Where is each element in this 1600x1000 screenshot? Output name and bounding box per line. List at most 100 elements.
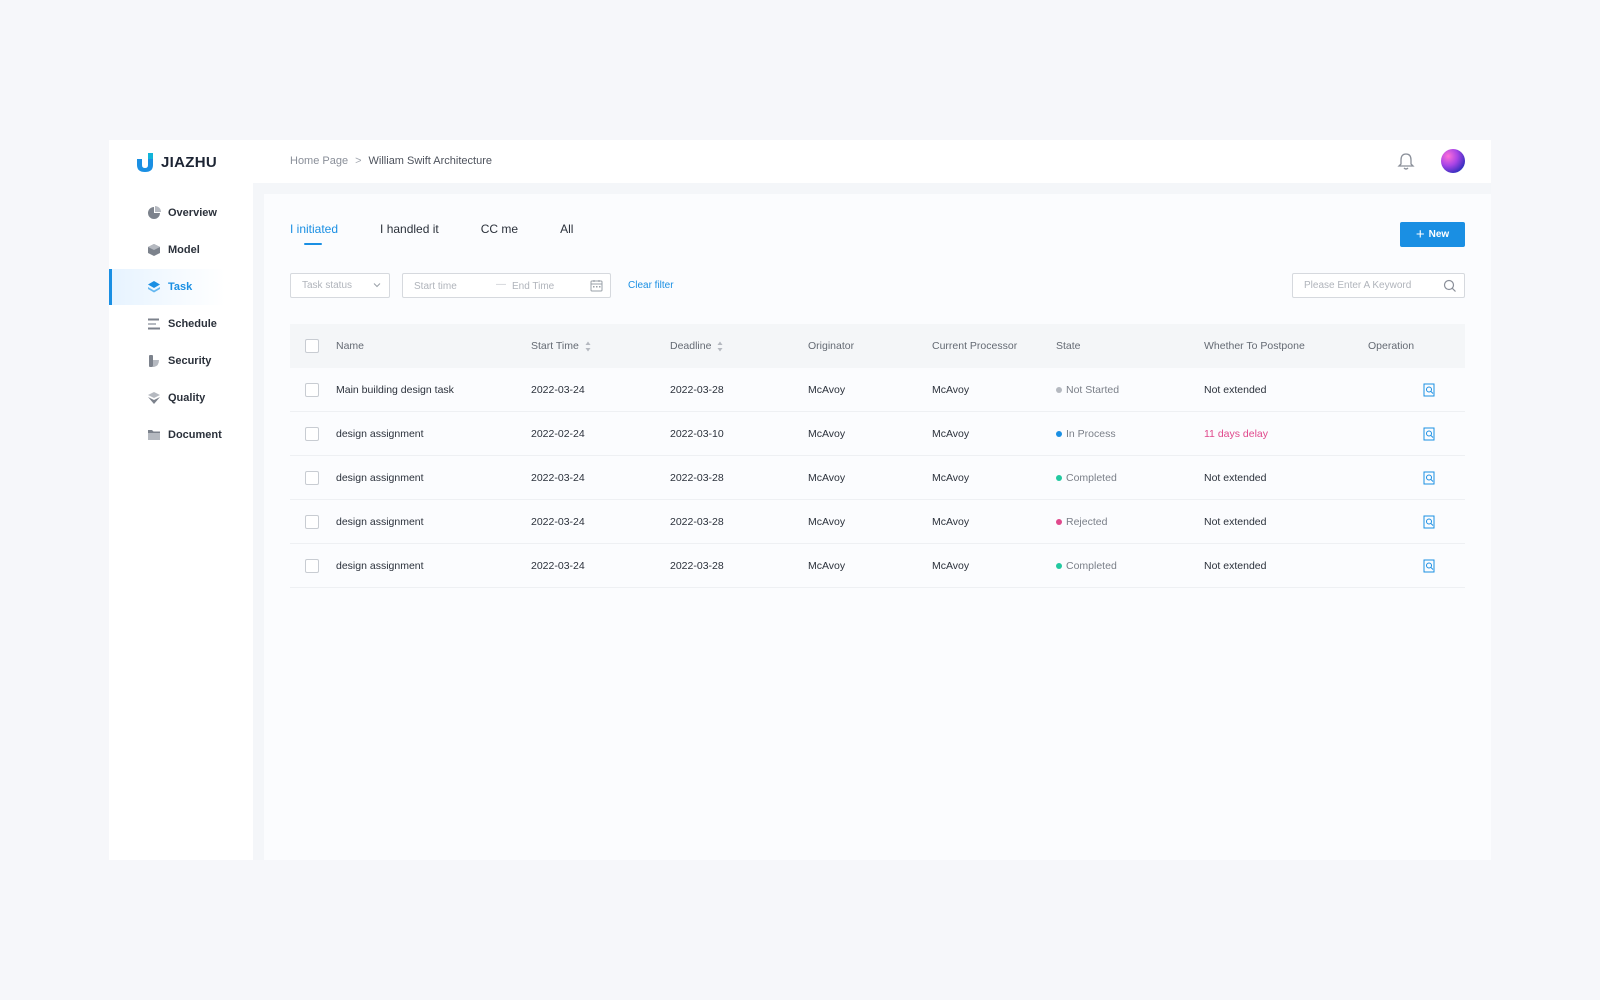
new-button[interactable]: + New — [1400, 222, 1465, 247]
row-checkbox[interactable] — [305, 559, 319, 573]
cell-originator: McAvoy — [808, 384, 846, 396]
tab-cc-me[interactable]: CC me — [481, 222, 518, 236]
start-time-input[interactable]: Start time — [414, 281, 457, 292]
sort-icon[interactable] — [585, 341, 591, 352]
tab-i-handled-it[interactable]: I handled it — [380, 222, 439, 236]
cell-operation — [1391, 500, 1436, 544]
view-details-icon[interactable] — [1422, 515, 1436, 529]
shield-icon — [147, 354, 161, 368]
column-header-state: State — [1056, 340, 1081, 352]
task-status-placeholder: Task status — [302, 280, 353, 291]
calendar-icon[interactable] — [590, 279, 603, 292]
cell-operation — [1391, 456, 1436, 500]
clear-filter-link[interactable]: Clear filter — [628, 280, 674, 291]
filter-bar: Task status Start time — End Time Clear … — [290, 273, 1465, 298]
table-row[interactable]: Main building design task 2022-03-24 2022-… — [290, 368, 1465, 412]
sidebar-item-task[interactable]: Task — [109, 269, 225, 305]
cell-name: Main building design task — [336, 384, 454, 396]
task-table: Name Start Time Deadline Originator Curr… — [290, 324, 1465, 588]
logo-text: JIAZHU — [161, 153, 217, 171]
logo[interactable]: JIAZHU — [135, 151, 217, 173]
cell-current-processor: McAvoy — [932, 472, 970, 484]
avatar[interactable] — [1441, 149, 1465, 173]
breadcrumb-home[interactable]: Home Page — [290, 155, 348, 167]
table-row[interactable]: design assignment 2022-02-24 2022-03-10 McA… — [290, 412, 1465, 456]
tab-i-initiated[interactable]: I initiated — [290, 222, 338, 245]
breadcrumb: Home Page > William Swift Architecture — [290, 155, 492, 167]
tab-all[interactable]: All — [560, 222, 573, 236]
table-row[interactable]: design assignment 2022-03-24 2022-03-28 McA… — [290, 544, 1465, 588]
cell-operation — [1391, 368, 1436, 412]
cell-name: design assignment — [336, 428, 424, 440]
search-placeholder: Please Enter A Keyword — [1304, 280, 1412, 291]
sidebar-item-model[interactable]: Model — [109, 232, 225, 268]
app-window: JIAZHU Home Page > William Swift Archite… — [109, 140, 1491, 860]
status-dot — [1056, 519, 1062, 525]
row-checkbox[interactable] — [305, 515, 319, 529]
cell-name: design assignment — [336, 472, 424, 484]
date-range-picker[interactable]: Start time — End Time — [402, 273, 611, 298]
row-checkbox[interactable] — [305, 471, 319, 485]
cell-deadline: 2022-03-28 — [670, 516, 724, 528]
cell-name: design assignment — [336, 516, 424, 528]
top-bar: JIAZHU Home Page > William Swift Archite… — [109, 140, 1491, 183]
row-checkbox[interactable] — [305, 427, 319, 441]
table-row[interactable]: design assignment 2022-03-24 2022-03-28 McA… — [290, 456, 1465, 500]
sidebar-item-label: Security — [168, 355, 212, 367]
cell-state: In Process — [1056, 412, 1116, 456]
status-label: In Process — [1066, 428, 1116, 440]
search-icon[interactable] — [1443, 279, 1457, 293]
table-row[interactable]: design assignment 2022-03-24 2022-03-28 McA… — [290, 500, 1465, 544]
sidebar-item-label: Quality — [168, 392, 206, 404]
column-header-current-processor: Current Processor — [932, 340, 1018, 352]
cell-operation — [1391, 544, 1436, 588]
cell-state: Completed — [1056, 456, 1117, 500]
sidebar-item-security[interactable]: Security — [109, 343, 225, 379]
select-all-checkbox[interactable] — [305, 339, 319, 353]
cell-start-time: 2022-03-24 — [531, 516, 585, 528]
sidebar: Overview Model Task Schedule Security Quality… — [109, 183, 253, 860]
chevron-down-icon — [373, 283, 381, 288]
bell-icon[interactable] — [1397, 152, 1415, 171]
sidebar-item-overview[interactable]: Overview — [109, 195, 225, 231]
sort-icon[interactable] — [717, 341, 723, 352]
column-header-deadline[interactable]: Deadline — [670, 324, 723, 368]
cell-operation — [1391, 412, 1436, 456]
column-header-postpone: Whether To Postpone — [1204, 340, 1305, 352]
date-range-separator: — — [496, 279, 506, 290]
status-label: Completed — [1066, 560, 1117, 572]
status-dot — [1056, 563, 1062, 569]
cube-icon — [147, 243, 161, 257]
end-time-input[interactable]: End Time — [512, 281, 554, 292]
sidebar-item-label: Overview — [168, 207, 217, 219]
breadcrumb-current: William Swift Architecture — [368, 155, 493, 167]
status-dot — [1056, 431, 1062, 437]
view-details-icon[interactable] — [1422, 559, 1436, 573]
search-input[interactable]: Please Enter A Keyword — [1292, 273, 1465, 298]
status-label: Not Started — [1066, 384, 1120, 396]
status-dot — [1056, 387, 1062, 393]
sidebar-item-schedule[interactable]: Schedule — [109, 306, 225, 342]
row-checkbox[interactable] — [305, 383, 319, 397]
sidebar-item-label: Task — [168, 281, 193, 293]
cell-originator: McAvoy — [808, 560, 846, 572]
view-details-icon[interactable] — [1422, 471, 1436, 485]
view-details-icon[interactable] — [1422, 427, 1436, 441]
cell-current-processor: McAvoy — [932, 384, 970, 396]
cell-current-processor: McAvoy — [932, 560, 970, 572]
cell-originator: McAvoy — [808, 428, 846, 440]
column-header-name: Name — [336, 340, 365, 352]
status-label: Rejected — [1066, 516, 1108, 528]
status-dot — [1056, 475, 1062, 481]
quality-icon — [147, 391, 161, 405]
sidebar-item-document[interactable]: Document — [109, 417, 225, 453]
task-status-select[interactable]: Task status — [290, 273, 390, 298]
cell-deadline: 2022-03-28 — [670, 472, 724, 484]
view-details-icon[interactable] — [1422, 383, 1436, 397]
sidebar-item-label: Document — [168, 429, 222, 441]
column-header-start-time[interactable]: Start Time — [531, 324, 591, 368]
pie-chart-icon — [147, 206, 161, 220]
table-header: Name Start Time Deadline Originator Curr… — [290, 324, 1465, 368]
sidebar-item-quality[interactable]: Quality — [109, 380, 225, 416]
column-header-start-time-label: Start Time — [531, 340, 579, 352]
